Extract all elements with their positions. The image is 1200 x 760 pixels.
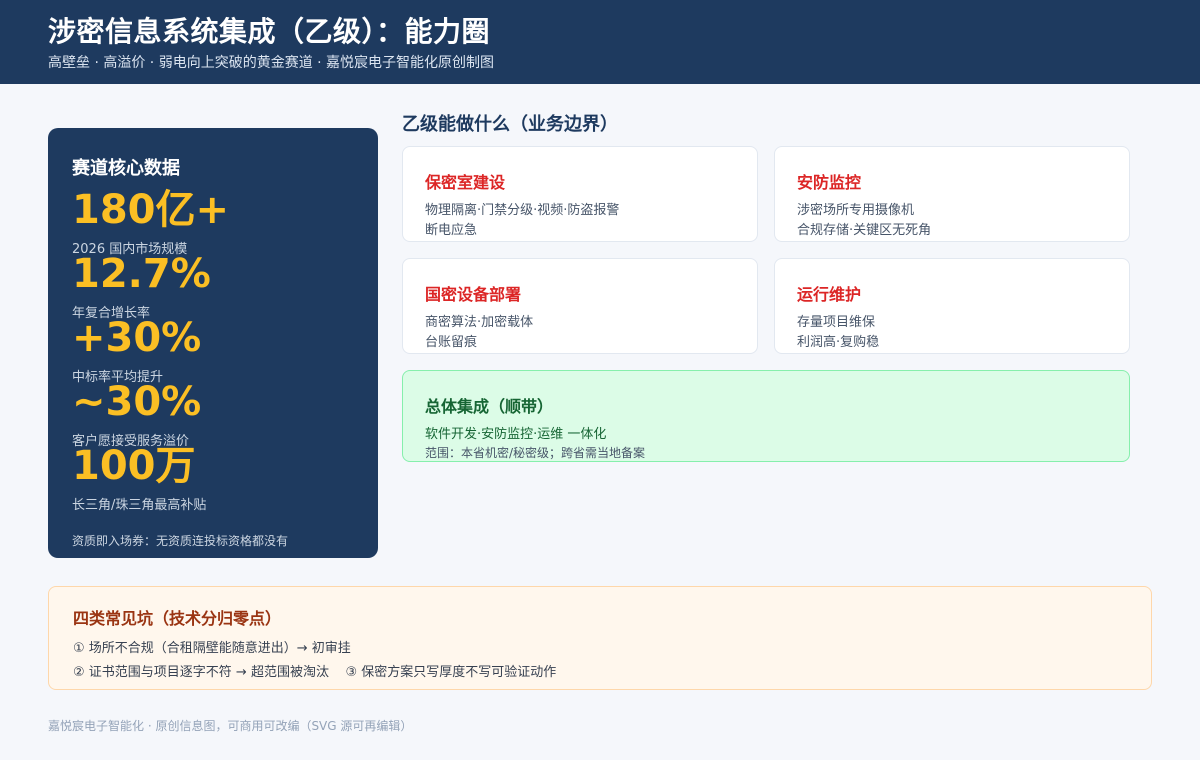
scope-card-crypto-devices: 国密设备部署 商密算法·加密载体 台账留痕 xyxy=(402,258,758,354)
scope-card-overall-integration: 总体集成（顺带） 软件开发·安防监控·运维 一体化 范围：本省机密/秘密级；跨省… xyxy=(402,370,1130,462)
scope-section-title: 乙级能做什么（业务边界） xyxy=(402,114,618,135)
page-title: 涉密信息系统集成（乙级）：能力圈 xyxy=(48,15,491,48)
scope-card-maintenance: 运行维护 存量项目维保 利润高·复购稳 xyxy=(774,258,1130,354)
scope-card-surveillance: 安防监控 涉密场所专用摄像机 合规存储·关键区无死角 xyxy=(774,146,1130,242)
card-line: 合规存储·关键区无死角 xyxy=(797,223,932,238)
stat-value-premium: ~30% xyxy=(72,379,202,425)
core-stats-panel: 赛道核心数据 180亿+ 2026 国内市场规模 12.7% 年复合增长率 +3… xyxy=(48,128,378,558)
card-line: 断电应急 xyxy=(425,223,478,238)
pitfall-line: ① 场所不合规（合租隔壁能随意进出）→ 初审挂 xyxy=(73,641,351,656)
card-title: 保密室建设 xyxy=(425,173,506,192)
card-line: 物理隔离·门禁分级·视频·防盗报警 xyxy=(425,203,620,218)
stats-footnote: 资质即入场券：无资质连投标资格都没有 xyxy=(72,534,289,548)
stat-value-subsidy: 100万 xyxy=(72,443,196,489)
pitfall-line: ② 证书范围与项目逐字不符 → 超范围被淘汰 ③ 保密方案只写厚度不写可验证动作 xyxy=(73,665,557,680)
scope-card-secure-room: 保密室建设 物理隔离·门禁分级·视频·防盗报警 断电应急 xyxy=(402,146,758,242)
header-banner: 涉密信息系统集成（乙级）：能力圈 高壁垒 · 高溢价 · 弱电向上突破的黄金赛道… xyxy=(0,0,1200,84)
stat-value-market-size: 180亿+ xyxy=(72,187,230,233)
card-title: 国密设备部署 xyxy=(425,285,522,304)
card-line: 软件开发·安防监控·运维 一体化 xyxy=(425,427,607,442)
pitfalls-title: 四类常见坑（技术分归零点） xyxy=(73,609,282,628)
card-line: 台账留痕 xyxy=(425,335,478,350)
page-subtitle: 高壁垒 · 高溢价 · 弱电向上突破的黄金赛道 · 嘉悦宸电子智能化原创制图 xyxy=(48,55,495,71)
card-title: 安防监控 xyxy=(797,173,862,192)
card-line: 范围：本省机密/秘密级；跨省需当地备案 xyxy=(425,446,646,460)
card-title: 运行维护 xyxy=(797,285,862,304)
card-line: 存量项目维保 xyxy=(797,315,876,330)
card-line: 利润高·复购稳 xyxy=(797,335,880,350)
stats-panel-title: 赛道核心数据 xyxy=(72,158,180,179)
card-line: 涉密场所专用摄像机 xyxy=(797,203,915,218)
footer-credit: 嘉悦宸电子智能化 · 原创信息图，可商用可改编（SVG 源可再编辑） xyxy=(48,719,413,733)
stat-value-cagr: 12.7% xyxy=(72,251,211,297)
stat-label-subsidy: 长三角/珠三角最高补贴 xyxy=(72,498,207,513)
card-title: 总体集成（顺带） xyxy=(425,397,554,416)
pitfalls-panel: 四类常见坑（技术分归零点） ① 场所不合规（合租隔壁能随意进出）→ 初审挂 ② … xyxy=(48,586,1152,690)
card-line: 商密算法·加密载体 xyxy=(425,315,534,330)
stat-value-win-rate: +30% xyxy=(72,315,202,361)
